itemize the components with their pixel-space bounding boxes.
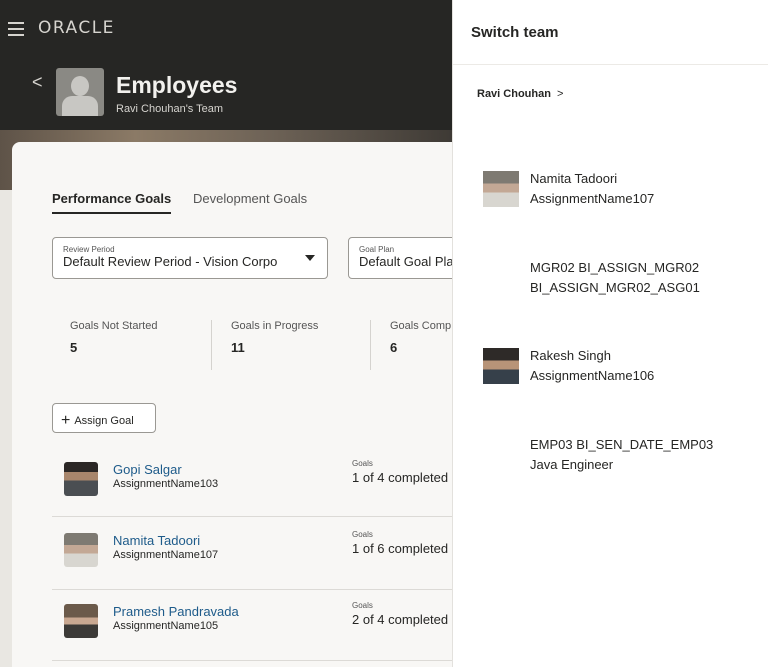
employee-name-link[interactable]: Namita Tadoori — [113, 533, 200, 548]
goals-label: Goals — [352, 530, 373, 539]
breadcrumb[interactable]: Ravi Chouhan > — [477, 88, 563, 100]
member-name: Rakesh Singh — [530, 348, 611, 363]
goals-value: 2 of 4 completed — [352, 612, 449, 627]
page-title: Employees — [116, 72, 238, 98]
member-assignment: Java Engineer — [530, 457, 614, 472]
stat-label: Goals Not Started — [70, 320, 158, 332]
review-period-value: Default Review Period - Vision Corpo — [63, 254, 278, 269]
goals-value: 1 of 6 completed — [352, 541, 449, 556]
stat-label: Goals Comp — [390, 320, 452, 332]
assign-goal-button[interactable]: + Assign Goal — [52, 403, 156, 433]
review-period-label: Review Period — [63, 245, 115, 254]
goal-plan-label: Goal Plan — [359, 245, 395, 254]
member-photo — [483, 171, 519, 207]
member-name: MGR02 BI_ASSIGN_MGR02 — [530, 260, 700, 275]
tab-performance-goals[interactable]: Performance Goals — [52, 191, 172, 214]
team-member-item[interactable]: Namita Tadoori AssignmentName107 — [483, 171, 763, 215]
list-item[interactable]: Gopi Salgar AssignmentName103 Goals 1 of… — [52, 459, 452, 522]
divider — [52, 660, 452, 661]
list-item[interactable]: Pramesh Pandravada AssignmentName105 Goa… — [52, 601, 452, 664]
divider — [52, 589, 452, 590]
page-subtitle: Ravi Chouhan's Team — [116, 103, 224, 115]
stat-value: 5 — [70, 340, 78, 355]
member-name: Namita Tadoori — [530, 171, 618, 186]
team-member-item[interactable]: MGR02 BI_ASSIGN_MGR02 BI_ASSIGN_MGR02_AS… — [483, 260, 763, 304]
goal-plan-select[interactable]: Goal Plan Default Goal Pla — [348, 237, 452, 279]
tab-development-goals[interactable]: Development Goals — [193, 191, 307, 206]
stat-value: 6 — [390, 340, 398, 355]
team-avatar — [56, 68, 104, 116]
employee-photo — [64, 604, 98, 638]
member-photo — [483, 348, 519, 384]
chevron-down-icon — [305, 255, 315, 261]
plus-icon: + — [61, 412, 71, 429]
team-member-item[interactable]: EMP03 BI_SEN_DATE_EMP03 Java Engineer — [483, 437, 763, 481]
member-name: EMP03 BI_SEN_DATE_EMP03 — [530, 437, 714, 452]
team-member-item[interactable]: Rakesh Singh AssignmentName106 — [483, 348, 763, 392]
list-item[interactable]: Namita Tadoori AssignmentName107 Goals 1… — [52, 530, 452, 593]
review-period-select[interactable]: Review Period Default Review Period - Vi… — [52, 237, 328, 279]
goals-label: Goals — [352, 601, 373, 610]
goals-label: Goals — [352, 459, 373, 468]
oracle-logo: ORACLE — [38, 18, 115, 38]
assign-goal-label: Assign Goal — [74, 415, 134, 427]
employee-photo — [64, 462, 98, 496]
member-assignment: AssignmentName107 — [530, 191, 655, 206]
divider — [52, 516, 452, 517]
employee-name-link[interactable]: Pramesh Pandravada — [113, 604, 239, 619]
goals-value: 1 of 4 completed — [352, 470, 449, 485]
stat-label: Goals in Progress — [231, 320, 319, 332]
switch-team-panel: Switch team Ravi Chouhan > Namita Tadoori… — [452, 0, 768, 667]
employee-assignment: AssignmentName103 — [113, 478, 219, 490]
stat-completed[interactable]: Goals Comp 6 — [390, 320, 451, 355]
member-assignment: BI_ASSIGN_MGR02_ASG01 — [530, 280, 700, 295]
goal-plan-value: Default Goal Pla — [359, 254, 452, 269]
back-chevron-icon[interactable]: < — [32, 72, 43, 93]
employee-name-link[interactable]: Gopi Salgar — [113, 462, 182, 477]
chevron-right-icon: > — [556, 88, 564, 100]
divider — [370, 320, 371, 370]
employee-photo — [64, 533, 98, 567]
divider — [211, 320, 212, 370]
employee-assignment: AssignmentName105 — [113, 620, 219, 632]
member-assignment: AssignmentName106 — [530, 368, 655, 383]
employee-assignment: AssignmentName107 — [113, 549, 219, 561]
stat-in-progress[interactable]: Goals in Progress 11 — [231, 320, 318, 355]
stat-value: 11 — [231, 340, 245, 355]
divider — [453, 64, 768, 65]
employees-page: ORACLE < Employees Ravi Chouhan's Team P… — [0, 0, 452, 667]
panel-title: Switch team — [471, 24, 559, 41]
breadcrumb-label: Ravi Chouhan — [477, 88, 551, 100]
stat-not-started[interactable]: Goals Not Started 5 — [70, 320, 157, 355]
hamburger-menu-icon[interactable] — [8, 22, 24, 40]
